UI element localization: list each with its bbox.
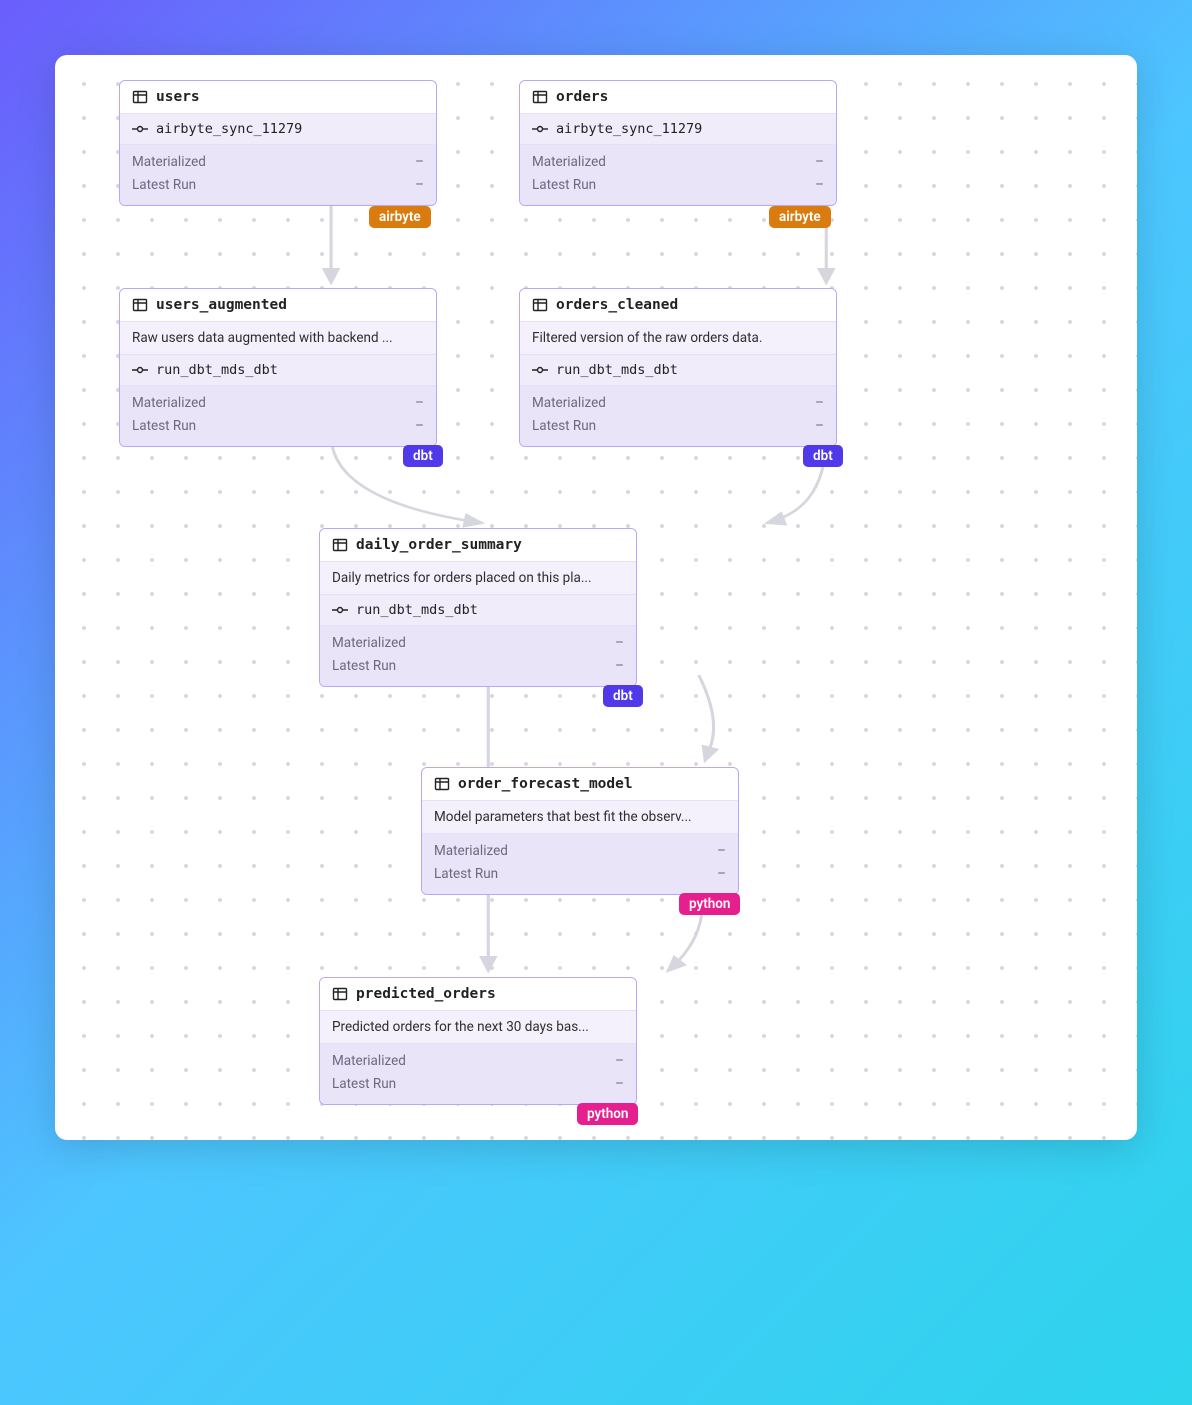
node-title: order_forecast_model xyxy=(458,776,633,792)
badge-dbt: dbt xyxy=(403,445,443,467)
node-meta: Materialized – Latest Run – xyxy=(320,1044,636,1104)
node-run-row: airbyte_sync_11279 xyxy=(120,114,436,145)
node-meta: Materialized – Latest Run – xyxy=(520,386,836,446)
latest-run-value: – xyxy=(815,174,824,197)
node-title: orders_cleaned xyxy=(556,297,678,313)
commit-icon xyxy=(132,362,148,378)
commit-icon xyxy=(532,121,548,137)
node-meta: Materialized – Latest Run – xyxy=(520,145,836,205)
node-header: orders_cleaned xyxy=(520,289,836,322)
node-order-forecast-model[interactable]: order_forecast_model Model parameters th… xyxy=(421,767,739,895)
latest-run-label: Latest Run xyxy=(132,415,196,438)
materialized-value: – xyxy=(815,392,824,415)
materialized-label: Materialized xyxy=(532,392,606,415)
latest-run-value: – xyxy=(815,415,824,438)
node-title: users xyxy=(156,89,200,105)
materialized-value: – xyxy=(815,151,824,174)
materialized-label: Materialized xyxy=(332,632,406,655)
commit-icon xyxy=(532,362,548,378)
materialized-label: Materialized xyxy=(332,1050,406,1073)
latest-run-value: – xyxy=(415,415,424,438)
node-run-row: run_dbt_mds_dbt xyxy=(320,595,636,626)
badge-python: python xyxy=(577,1103,638,1125)
node-run-row: run_dbt_mds_dbt xyxy=(120,355,436,386)
badge-python: python xyxy=(679,893,740,915)
node-run-row: airbyte_sync_11279 xyxy=(520,114,836,145)
materialized-label: Materialized xyxy=(532,151,606,174)
node-users-augmented[interactable]: users_augmented Raw users data augmented… xyxy=(119,288,437,447)
latest-run-value: – xyxy=(415,174,424,197)
table-icon xyxy=(434,776,450,792)
node-header: daily_order_summary xyxy=(320,529,636,562)
node-header: predicted_orders xyxy=(320,978,636,1011)
table-icon xyxy=(132,89,148,105)
node-meta: Materialized – Latest Run – xyxy=(422,834,738,894)
latest-run-label: Latest Run xyxy=(132,174,196,197)
latest-run-label: Latest Run xyxy=(532,174,596,197)
table-icon xyxy=(332,986,348,1002)
node-title: orders xyxy=(556,89,608,105)
materialized-label: Materialized xyxy=(132,151,206,174)
node-header: users xyxy=(120,81,436,114)
latest-run-value: – xyxy=(717,863,726,886)
node-meta: Materialized – Latest Run – xyxy=(320,626,636,686)
node-title: daily_order_summary xyxy=(356,537,522,553)
node-run-label: airbyte_sync_11279 xyxy=(556,121,702,137)
node-run-row: run_dbt_mds_dbt xyxy=(520,355,836,386)
badge-dbt: dbt xyxy=(603,685,643,707)
node-description: Raw users data augmented with backend ..… xyxy=(120,322,436,355)
materialized-value: – xyxy=(415,392,424,415)
node-users[interactable]: users airbyte_sync_11279 Materialized – L… xyxy=(119,80,437,206)
table-icon xyxy=(132,297,148,313)
node-description: Daily metrics for orders placed on this … xyxy=(320,562,636,595)
table-icon xyxy=(532,297,548,313)
node-description: Predicted orders for the next 30 days ba… xyxy=(320,1011,636,1044)
commit-icon xyxy=(332,602,348,618)
table-icon xyxy=(532,89,548,105)
node-orders-cleaned[interactable]: orders_cleaned Filtered version of the r… xyxy=(519,288,837,447)
node-meta: Materialized – Latest Run – xyxy=(120,145,436,205)
node-header: order_forecast_model xyxy=(422,768,738,801)
node-title: users_augmented xyxy=(156,297,287,313)
materialized-value: – xyxy=(415,151,424,174)
latest-run-label: Latest Run xyxy=(532,415,596,438)
badge-airbyte: airbyte xyxy=(769,206,831,228)
node-description: Model parameters that best fit the obser… xyxy=(422,801,738,834)
node-description: Filtered version of the raw orders data. xyxy=(520,322,836,355)
materialized-value: – xyxy=(615,1050,624,1073)
latest-run-label: Latest Run xyxy=(332,655,396,678)
latest-run-label: Latest Run xyxy=(332,1073,396,1096)
badge-dbt: dbt xyxy=(803,445,843,467)
materialized-label: Materialized xyxy=(132,392,206,415)
latest-run-value: – xyxy=(615,1073,624,1096)
latest-run-label: Latest Run xyxy=(434,863,498,886)
materialized-value: – xyxy=(615,632,624,655)
node-run-label: run_dbt_mds_dbt xyxy=(556,362,678,378)
materialized-value: – xyxy=(717,840,726,863)
node-header: orders xyxy=(520,81,836,114)
node-predicted-orders[interactable]: predicted_orders Predicted orders for th… xyxy=(319,977,637,1105)
node-orders[interactable]: orders airbyte_sync_11279 Materialized – … xyxy=(519,80,837,206)
node-daily-order-summary[interactable]: daily_order_summary Daily metrics for or… xyxy=(319,528,637,687)
badge-airbyte: airbyte xyxy=(369,206,431,228)
node-header: users_augmented xyxy=(120,289,436,322)
node-run-label: run_dbt_mds_dbt xyxy=(156,362,278,378)
dag-canvas[interactable]: users airbyte_sync_11279 Materialized – L… xyxy=(55,55,1137,1140)
commit-icon xyxy=(132,121,148,137)
node-run-label: run_dbt_mds_dbt xyxy=(356,602,478,618)
node-run-label: airbyte_sync_11279 xyxy=(156,121,302,137)
node-title: predicted_orders xyxy=(356,986,496,1002)
node-meta: Materialized – Latest Run – xyxy=(120,386,436,446)
table-icon xyxy=(332,537,348,553)
latest-run-value: – xyxy=(615,655,624,678)
materialized-label: Materialized xyxy=(434,840,508,863)
